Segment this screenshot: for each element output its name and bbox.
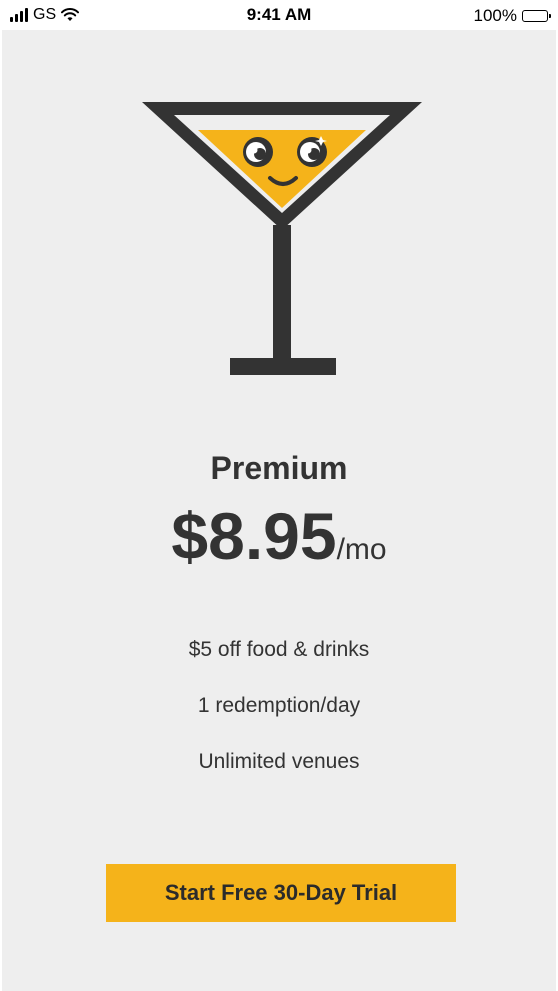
battery-percentage: 100% bbox=[473, 6, 517, 25]
feature-item: 1 redemption/day bbox=[197, 694, 361, 717]
feature-item: $5 off food & drinks bbox=[188, 638, 370, 661]
cocktail-glass-icon bbox=[142, 102, 422, 375]
price-unit: /mo bbox=[336, 533, 387, 566]
plan-name: Premium bbox=[210, 450, 348, 486]
battery-icon bbox=[522, 10, 551, 22]
price-amount: $8.95 bbox=[171, 499, 337, 573]
plan-price: $8.95/mo bbox=[2, 498, 556, 574]
feature-item: Unlimited venues bbox=[198, 750, 360, 773]
pricing-screen: Premium $8.95/mo $5 off food & drinks 1 … bbox=[2, 30, 556, 991]
start-trial-button[interactable]: Start Free 30-Day Trial bbox=[106, 864, 456, 922]
status-bar: GS 9:41 AM 100% bbox=[0, 0, 558, 30]
status-right: 100% bbox=[473, 6, 551, 26]
